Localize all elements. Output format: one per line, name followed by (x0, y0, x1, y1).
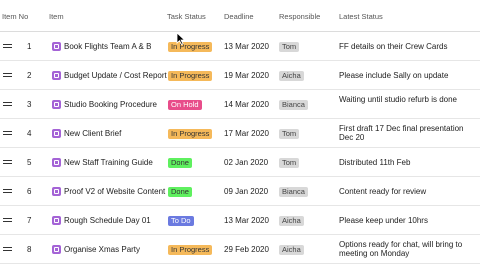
responsible-badge[interactable]: Tom (279, 157, 300, 168)
header-responsible[interactable]: Responsible (279, 12, 320, 21)
item-type-icon (52, 215, 61, 225)
table-row[interactable]: 8 Organise Xmas Party In Progress 29 Feb 20… (0, 235, 480, 264)
item-number: 4 (27, 128, 32, 138)
table-header: Item No Item Task Status Deadline Respon… (0, 0, 480, 32)
item-name[interactable]: New Staff Training Guide (64, 158, 153, 168)
status-badge[interactable]: In Progress (168, 41, 213, 52)
responsible-badge[interactable]: Tom (279, 41, 300, 52)
item-number: 5 (27, 157, 32, 167)
item-number: 2 (27, 70, 32, 80)
header-deadline[interactable]: Deadline (224, 12, 254, 21)
item-type-icon (52, 186, 61, 196)
latest-status-text[interactable]: Waiting until studio refurb is done (339, 95, 474, 105)
latest-status-text[interactable]: Please include Sally on update (339, 71, 474, 81)
table-row[interactable]: 3 Studio Booking Procedure On Hold 14 Mar 2… (0, 90, 480, 119)
item-number: 7 (27, 215, 32, 225)
item-name[interactable]: Proof V2 of Website Content (64, 187, 165, 197)
table-row[interactable]: 6 Proof V2 of Website Content Done 09 Jan 2… (0, 177, 480, 206)
item-number: 8 (27, 244, 32, 254)
header-item[interactable]: Item (49, 12, 64, 21)
responsible-badge[interactable]: Aicha (279, 70, 304, 81)
status-badge[interactable]: Done (168, 186, 192, 197)
drag-handle-icon[interactable] (3, 246, 12, 254)
latest-status-text[interactable]: Options ready for chat, will bring to me… (339, 240, 474, 259)
responsible-badge[interactable]: Aicha (279, 215, 304, 226)
drag-handle-icon[interactable] (3, 159, 12, 167)
item-name[interactable]: New Client Brief (64, 129, 121, 139)
deadline-date[interactable]: 14 Mar 2020 (224, 100, 269, 110)
deadline-date[interactable]: 09 Jan 2020 (224, 187, 268, 197)
responsible-badge[interactable]: Tom (279, 128, 300, 139)
status-badge[interactable]: In Progress (168, 244, 213, 255)
table-row[interactable]: 7 Rough Schedule Day 01 To Do 13 Mar 2020 Ai… (0, 206, 480, 235)
deadline-date[interactable]: 13 Mar 2020 (224, 42, 269, 52)
item-name[interactable]: Rough Schedule Day 01 (64, 216, 151, 226)
header-item-no[interactable]: Item No (2, 12, 28, 21)
responsible-badge[interactable]: Bianca (279, 99, 308, 110)
status-badge[interactable]: On Hold (168, 99, 202, 110)
item-name[interactable]: Studio Booking Procedure (64, 100, 157, 110)
drag-handle-icon[interactable] (3, 43, 12, 51)
header-task-status[interactable]: Task Status (167, 12, 206, 21)
item-type-icon (52, 157, 61, 167)
item-number: 6 (27, 186, 32, 196)
latest-status-text[interactable]: Content ready for review (339, 187, 474, 197)
item-type-icon (52, 128, 61, 138)
latest-status-text[interactable]: FF details on their Crew Cards (339, 42, 474, 52)
deadline-date[interactable]: 19 Mar 2020 (224, 71, 269, 81)
deadline-date[interactable]: 02 Jan 2020 (224, 158, 268, 168)
item-type-icon (52, 70, 61, 80)
item-type-icon (52, 244, 61, 254)
table-row[interactable]: 2 Budget Update / Cost Report In Progress 1… (0, 61, 480, 90)
item-name[interactable]: Book Flights Team A & B (64, 42, 151, 52)
responsible-badge[interactable]: Bianca (279, 186, 308, 197)
latest-status-text[interactable]: First draft 17 Dec final presentation De… (339, 124, 474, 143)
status-badge[interactable]: To Do (168, 215, 194, 226)
deadline-date[interactable]: 29 Feb 2020 (224, 245, 269, 255)
deadline-date[interactable]: 13 Mar 2020 (224, 216, 269, 226)
status-badge[interactable]: Done (168, 157, 192, 168)
deadline-date[interactable]: 17 Mar 2020 (224, 129, 269, 139)
table-row[interactable]: 1 Book Flights Team A & B In Progress 13 Ma… (0, 32, 480, 61)
status-badge[interactable]: In Progress (168, 70, 213, 81)
item-type-icon (52, 41, 61, 51)
item-number: 1 (27, 41, 32, 51)
latest-status-text[interactable]: Distributed 11th Feb (339, 158, 474, 168)
responsible-badge[interactable]: Aicha (279, 244, 304, 255)
status-badge[interactable]: In Progress (168, 128, 213, 139)
table-row[interactable]: 5 New Staff Training Guide Done 02 Jan 2020… (0, 148, 480, 177)
item-type-icon (52, 99, 61, 109)
header-latest-status[interactable]: Latest Status (339, 12, 383, 21)
latest-status-text[interactable]: Please keep under 10hrs (339, 216, 474, 226)
drag-handle-icon[interactable] (3, 188, 12, 196)
drag-handle-icon[interactable] (3, 130, 12, 138)
table-row[interactable]: 4 New Client Brief In Progress 17 Mar 2020 T… (0, 119, 480, 148)
item-name[interactable]: Organise Xmas Party (64, 245, 140, 255)
item-number: 3 (27, 99, 32, 109)
drag-handle-icon[interactable] (3, 72, 12, 80)
drag-handle-icon[interactable] (3, 101, 12, 109)
drag-handle-icon[interactable] (3, 217, 12, 225)
item-name[interactable]: Budget Update / Cost Report (64, 71, 167, 81)
task-table: Item No Item Task Status Deadline Respon… (0, 0, 480, 274)
mouse-cursor-icon (176, 33, 186, 45)
